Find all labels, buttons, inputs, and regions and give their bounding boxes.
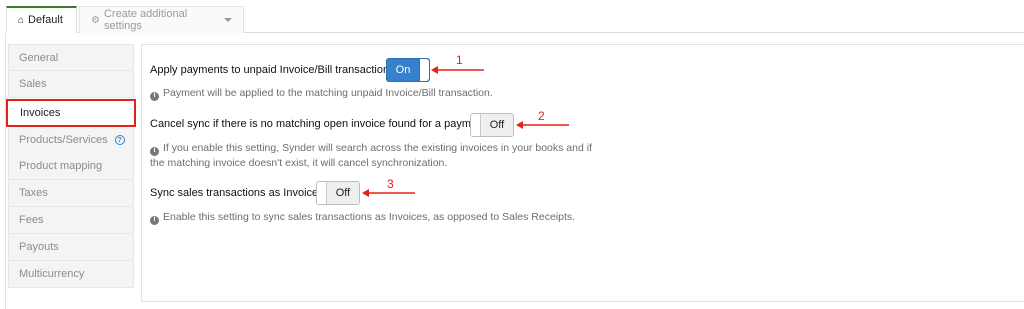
setting-sync-as-invoices-label: Sync sales transactions as Invoices [150, 187, 324, 199]
gear-icon: ⚙ [91, 14, 100, 26]
toggle-state-label: On [395, 64, 411, 76]
sidebar-item-general[interactable]: General [8, 44, 134, 71]
hint-text: Enable this setting to sync sales transa… [163, 211, 576, 223]
sidebar-item-payouts[interactable]: Payouts [8, 234, 134, 261]
info-icon: i [150, 91, 159, 101]
info-icon: i [150, 146, 159, 156]
setting-apply-payments-label: Apply payments to unpaid Invoice/Bill tr… [150, 64, 395, 76]
sidebar-item-label: Taxes [19, 187, 48, 199]
setting-apply-payments-hint: i Payment will be applied to the matching… [150, 86, 493, 101]
sync-as-invoices-toggle[interactable]: Off [316, 181, 360, 205]
sidebar-item-multicurrency[interactable]: Multicurrency [8, 261, 134, 288]
sidebar-item-fees[interactable]: Fees [8, 207, 134, 234]
tab-create-additional-settings[interactable]: ⚙ Create additional settings [79, 6, 244, 33]
toggle-state-label: Off [481, 114, 513, 136]
sidebar-item-label: Fees [19, 214, 44, 226]
annotation-arrow-2 [516, 121, 569, 129]
help-icon[interactable]: ? [114, 135, 125, 145]
toggle-knob [419, 59, 429, 81]
apply-payments-toggle[interactable]: On [386, 58, 430, 82]
sidebar-item-invoices[interactable]: Invoices [6, 99, 136, 127]
hint-text: Payment will be applied to the matching … [163, 87, 493, 99]
sidebar-item-label: Product mapping [19, 160, 103, 172]
hint-text: If you enable this setting, Synder will … [163, 142, 592, 154]
setting-cancel-sync-hint: i If you enable this setting, Synder will… [150, 141, 592, 170]
sidebar-item-label: Multicurrency [19, 268, 85, 280]
tab-additional-label: Create additional settings [103, 8, 188, 32]
annotation-arrow-3 [362, 189, 415, 197]
annotation-arrow-1 [431, 66, 484, 74]
chevron-down-icon [224, 18, 232, 22]
sidebar-item-sales[interactable]: Sales [8, 71, 134, 98]
hint-text-line-2: the matching invoice doesn't exist, it w… [150, 156, 448, 169]
toggle-knob [317, 182, 327, 204]
info-icon: i [150, 215, 159, 225]
settings-tabs: ⌂ Default ⚙ Create additional settings [0, 0, 1024, 33]
sidebar-item-label: Products/Services [19, 134, 108, 146]
sidebar-item-label: General [19, 51, 59, 64]
sidebar-item-products-services[interactable]: Products/Services ? [8, 127, 134, 154]
setting-sync-as-invoices-hint: i Enable this setting to sync sales trans… [150, 210, 575, 225]
toggle-knob [471, 114, 481, 136]
tab-default[interactable]: ⌂ Default [6, 6, 77, 33]
toggle-state-label: Off [327, 182, 359, 204]
cancel-sync-toggle[interactable]: Off [470, 113, 514, 137]
sidebar-item-label: Invoices [20, 107, 61, 119]
settings-content [141, 44, 1024, 302]
tab-default-label: Default [28, 14, 63, 26]
home-icon: ⌂ [18, 14, 25, 26]
sidebar-item-label: Payouts [19, 241, 59, 253]
sidebar-item-label: Sales [19, 78, 47, 90]
setting-cancel-sync-label: Cancel sync if there is no matching open… [150, 118, 487, 130]
sidebar-item-product-mapping[interactable]: Product mapping [8, 153, 134, 180]
sidebar-item-taxes[interactable]: Taxes [8, 180, 134, 207]
